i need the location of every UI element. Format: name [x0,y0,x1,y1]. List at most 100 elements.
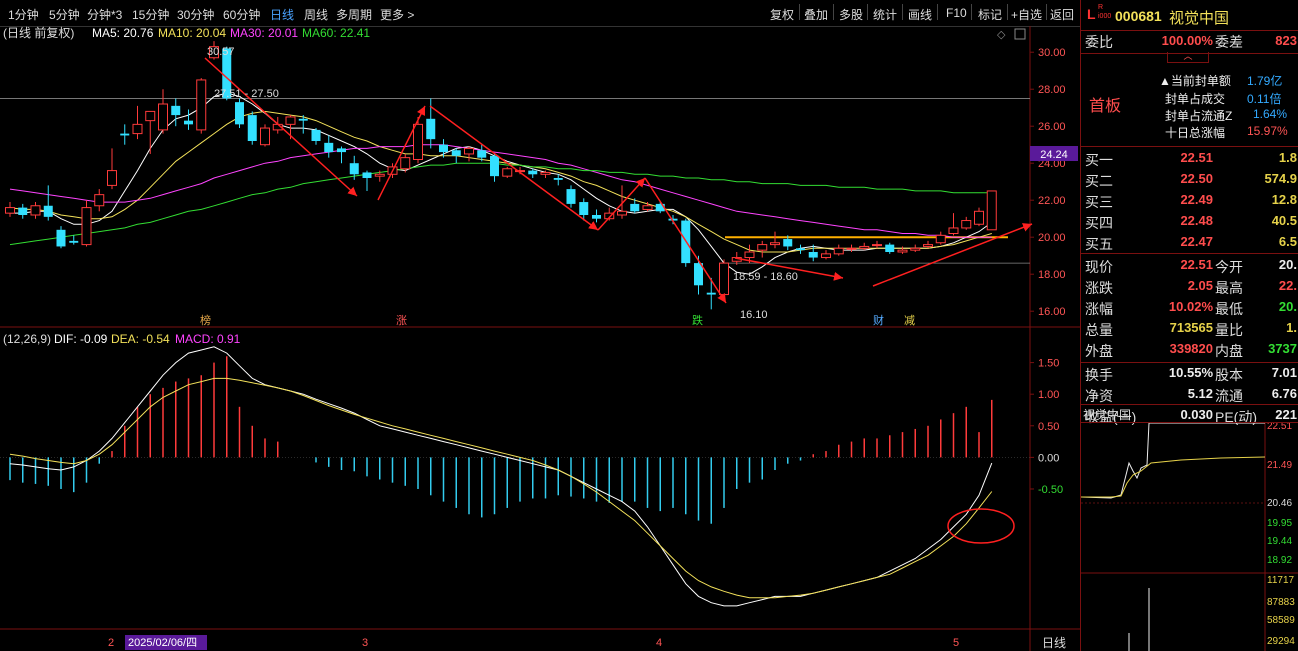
candle-body [69,240,79,243]
candle [132,105,143,140]
mini-chart-title: 视觉中国 [1083,408,1132,422]
candle-body [592,215,601,219]
macd-axis: -0.50 0.00 0.50 1.00 1.50 [0,358,1063,496]
candle-body [413,123,423,160]
tool-multi-stock[interactable]: 多股 [839,6,863,23]
seal-label-0: ▲当前封单额 [1159,74,1231,88]
quote-panel: L R i000 000681 视觉中国 委比 100.00% 委差 823 ︿… [1080,0,1298,651]
weibi-value: 100.00% [1161,33,1213,48]
xaxis-label-may: 5 [953,637,959,649]
candle [451,148,461,164]
mini-intraday-chart[interactable]: 22.51 21.49 20.46 19.95 19.44 18.92 1171… [1081,423,1298,651]
maximize-icon[interactable] [1014,28,1026,40]
period-weekly[interactable]: 周线 [304,6,328,23]
candle [833,244,844,256]
seal-label-2: 封单占流通Z [1165,109,1233,123]
candle-body [196,79,207,131]
candle [872,240,882,249]
tool-f10[interactable]: F10 [946,6,967,20]
period-30min[interactable]: 30分钟 [177,6,214,23]
macd-lines [9,346,993,607]
candle-body [145,110,156,122]
tool-back[interactable]: 返回 [1050,6,1074,23]
period-1min[interactable]: 1分钟 [8,6,39,23]
candle [107,148,117,190]
candle [706,277,716,310]
candle-body [642,205,653,210]
macd-legend-params: (12,26,9) [3,332,51,346]
kline-chart[interactable]: 16.0018.0020.0022.0024.0026.0028.0030.00… [0,26,1080,651]
bid-row-4: 买四 22.48 40.5 [1085,213,1297,231]
fund-row-1: 换手 10.55% 股本 7.01 [1085,365,1297,383]
legend-ma5: MA5: 20.76 [92,26,154,40]
candle-body [426,118,436,140]
period-daily[interactable]: 日线 [270,6,294,23]
candle [184,109,193,130]
candle [630,198,640,214]
candle-body [120,133,130,136]
candle-body [821,253,831,259]
seal-value-3: 15.97% [1247,124,1288,138]
tool-stats[interactable]: 统计 [873,6,897,23]
tool-overlay[interactable]: 叠加 [804,6,828,23]
mini-vol-tick-1: 11717 [1267,575,1295,586]
candle-body [337,148,346,153]
candle-body [757,244,768,251]
period-more[interactable]: 更多 > [380,6,414,23]
price-tick-label: 28.00 [1038,84,1066,96]
stock-name[interactable]: 视觉中国 [1169,7,1229,28]
candle-body [235,102,244,125]
period-3min[interactable]: 分钟*3 [87,6,122,23]
stock-code[interactable]: 000681 [1115,8,1162,24]
candle-body [706,292,716,295]
diamond-icon[interactable]: ◇ [997,29,1006,41]
candle-body [923,244,933,247]
ma-line-ma60 [9,162,992,246]
candle-body [18,207,28,215]
candle [948,213,959,236]
period-15min[interactable]: 15分钟 [132,6,169,23]
trend-arrow [429,105,599,231]
candle-body [935,234,946,244]
event-marker-bang[interactable]: 榜 [200,313,211,327]
tool-mark[interactable]: 标记 [978,6,1002,23]
price-tick-label: 22.00 [1038,195,1066,207]
candle [235,98,244,129]
candle-body [617,210,627,216]
candle [145,110,156,154]
candle [897,246,908,254]
candle-body [107,170,117,186]
event-marker-zhang[interactable]: 涨 [396,314,407,327]
tool-adjust[interactable]: 复权 [770,6,794,23]
candle-body [349,163,359,175]
candle [617,185,627,219]
tool-draw[interactable]: 画线 [908,6,932,23]
event-marker-die[interactable]: 跌 [692,313,703,327]
period-60min[interactable]: 60分钟 [223,6,260,23]
collapse-icon[interactable]: ︿ [1167,52,1209,63]
candle-body [490,155,499,177]
candle-body [477,150,487,158]
mini-tick-4: 19.95 [1267,518,1292,529]
candle [362,170,372,191]
bid-row-3: 买三 22.49 12.8 [1085,192,1297,210]
tool-add-watchlist[interactable]: +自选 [1011,6,1042,23]
candle [5,202,15,217]
bid-row-2: 买二 22.50 574.9 [1085,171,1297,189]
candle-body [719,262,729,296]
event-marker-jian[interactable]: 减 [904,314,915,327]
period-multi[interactable]: 多周期 [336,6,372,23]
macd-bars [9,356,993,524]
candle [986,190,997,231]
candle [885,242,895,254]
legend-ma30: MA30: 20.01 [230,26,298,40]
seal-label-1: 封单占成交 [1165,92,1226,106]
candle-body [808,252,818,258]
period-5min[interactable]: 5分钟 [49,6,80,23]
candle-body [400,157,411,170]
candle-body [566,189,576,204]
event-marker-cai[interactable]: 财 [873,313,884,327]
candle-body [464,147,474,155]
candle [681,218,691,267]
candle-body [579,202,589,215]
